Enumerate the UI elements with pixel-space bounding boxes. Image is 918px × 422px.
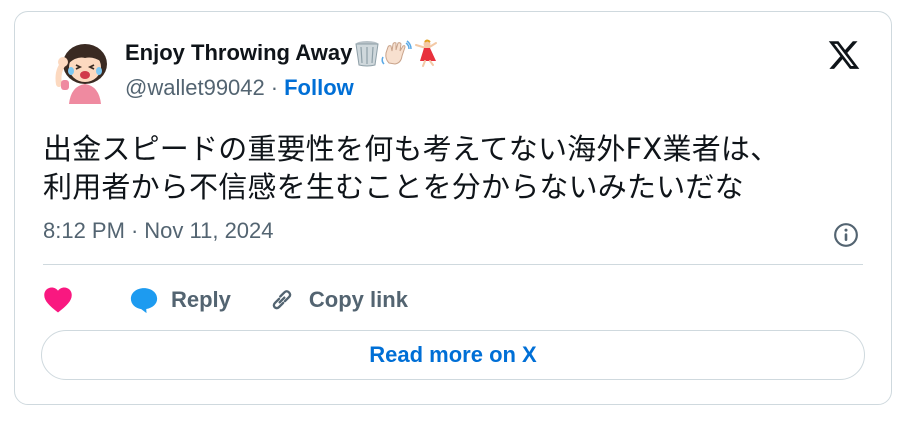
heart-icon bbox=[44, 287, 72, 313]
tweet-card: Enjoy Throwing Away @wallet99042 · Follo… bbox=[14, 11, 892, 405]
author-name[interactable]: Enjoy Throwing Away bbox=[125, 40, 352, 66]
reply-button[interactable]: Reply bbox=[129, 286, 231, 314]
read-more-label: Read more on X bbox=[369, 342, 537, 367]
timestamp-date: Nov 11, 2024 bbox=[144, 218, 274, 243]
reply-bubble-icon bbox=[130, 288, 158, 314]
name-emojis bbox=[354, 39, 440, 67]
tweet-line: 利用者から不信感を生むことを分からないみたいだな bbox=[43, 170, 744, 204]
x-logo-icon[interactable] bbox=[827, 38, 861, 72]
copy-link-label: Copy link bbox=[308, 287, 408, 312]
divider bbox=[43, 264, 863, 265]
timestamp-time: 8:12 PM bbox=[43, 218, 125, 243]
follow-link[interactable]: Follow bbox=[284, 75, 354, 101]
waving-hand-icon bbox=[381, 40, 413, 65]
wastebasket-icon bbox=[355, 41, 379, 67]
like-button[interactable] bbox=[43, 286, 85, 314]
tweet-text: 出金スピードの重要性を何も考えてない海外FX業者は、 利用者から不信感を生むこと… bbox=[43, 130, 863, 206]
author-handle[interactable]: @wallet99042 bbox=[125, 75, 265, 101]
action-bar: Reply Copy link bbox=[43, 282, 444, 318]
link-icon bbox=[272, 290, 292, 310]
timestamp[interactable]: 8:12 PM · Nov 11, 2024 bbox=[43, 218, 274, 244]
reply-label: Reply bbox=[171, 287, 231, 312]
info-icon[interactable] bbox=[833, 222, 859, 248]
author-handle-row: @wallet99042 · Follow bbox=[125, 74, 354, 102]
dancer-icon bbox=[415, 39, 438, 67]
tweet-line: 出金スピードの重要性を何も考えてない海外FX業者は、 bbox=[43, 132, 780, 166]
separator-dot: · bbox=[270, 75, 279, 100]
separator-dot: · bbox=[130, 218, 139, 243]
copy-link-button[interactable]: Copy link bbox=[267, 286, 408, 314]
author-name-row: Enjoy Throwing Away bbox=[125, 38, 440, 68]
avatar[interactable] bbox=[47, 36, 115, 104]
read-more-button[interactable]: Read more on X bbox=[41, 330, 865, 380]
